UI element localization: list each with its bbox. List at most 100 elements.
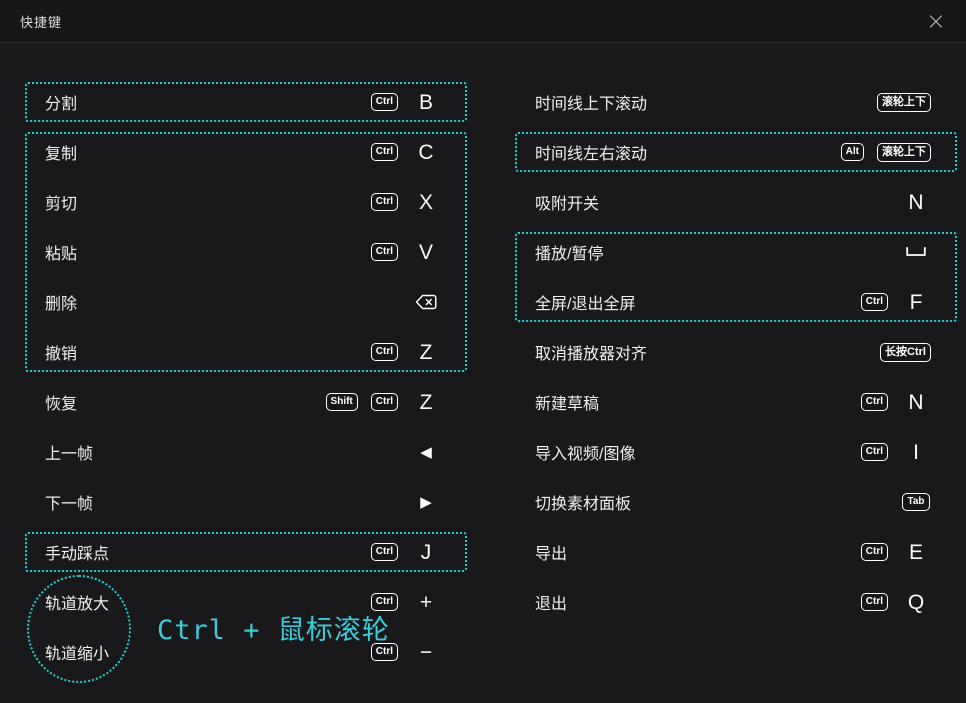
shortcut-keys: Ctrl Q	[861, 592, 931, 613]
key-slot: C	[411, 142, 441, 163]
keycap: N	[908, 392, 923, 413]
shortcut-column-left: 分割CtrlB复制CtrlC剪切CtrlX粘贴CtrlV删除撤销CtrlZ恢复S…	[25, 77, 467, 677]
key-badge: Ctrl	[861, 293, 888, 311]
keycap: E	[909, 542, 923, 563]
keycap: N	[908, 192, 923, 213]
shortcut-row: 分割 Ctrl B	[25, 77, 467, 127]
key-badge: Ctrl	[861, 593, 888, 611]
key-badge: Ctrl	[861, 543, 888, 561]
key-badge: Ctrl	[371, 393, 398, 411]
shortcut-label: 导入视频/图像	[535, 440, 635, 464]
shortcut-keys: Ctrl N	[861, 392, 931, 413]
shortcut-row: 复制CtrlC	[25, 127, 467, 177]
shortcut-row: 切换素材面板Tab	[515, 477, 957, 527]
key-badge: Ctrl	[371, 343, 398, 361]
shortcut-label: 分割	[45, 90, 77, 114]
shortcut-row: 全屏/退出全屏 Ctrl F	[515, 277, 957, 327]
key-slot: E	[901, 542, 931, 563]
shortcut-label: 时间线上下滚动	[535, 90, 647, 114]
key-slot: N	[901, 392, 931, 413]
key-slot: J	[411, 542, 441, 563]
keycap: C	[418, 142, 433, 163]
key-badge: Ctrl	[371, 243, 398, 261]
shortcut-keys: Shift Ctrl Z	[326, 392, 441, 413]
shortcut-keys: Alt 滚轮上下	[841, 143, 931, 162]
shortcut-columns: 分割CtrlB复制CtrlC剪切CtrlX粘贴CtrlV删除撤销CtrlZ恢复S…	[0, 43, 966, 677]
shortcut-label: 播放/暂停	[535, 240, 603, 264]
highlighted-shortcut-group: 播放/暂停全屏/退出全屏 Ctrl F	[515, 227, 957, 327]
annotation-text: Ctrl + 鼠标滚轮	[157, 608, 390, 647]
key-badge: 滚轮上下	[877, 93, 931, 112]
key-slot: −	[411, 642, 441, 663]
key-slot: +	[411, 592, 441, 613]
key-badge: 长按Ctrl	[880, 343, 931, 362]
shortcut-keys: Ctrl E	[861, 542, 931, 563]
shortcut-label: 手动踩点	[45, 540, 109, 564]
keycap: F	[910, 292, 923, 313]
key-slot: X	[411, 192, 441, 213]
shortcut-label: 全屏/退出全屏	[535, 290, 635, 314]
shortcut-keys: Ctrl F	[861, 292, 931, 313]
shortcut-row: 取消播放器对齐 长按Ctrl	[515, 327, 957, 377]
key-slot: B	[411, 92, 441, 113]
shortcut-keys: 长按Ctrl	[880, 343, 931, 362]
key-badge: Ctrl	[861, 443, 888, 461]
shortcut-row: 播放/暂停	[515, 227, 957, 277]
key-slot: Q	[901, 592, 931, 613]
shortcut-label: 时间线左右滚动	[535, 140, 647, 164]
shortcut-keys: N	[901, 192, 931, 213]
key-slot: 滚轮上下	[877, 93, 931, 112]
shortcut-keys: Ctrl I	[861, 442, 931, 463]
shortcut-label: 轨道放大	[45, 590, 109, 614]
shortcut-row: 粘贴CtrlV	[25, 227, 467, 277]
shortcut-group: 时间线上下滚动 滚轮上下	[515, 77, 957, 127]
key-slot: V	[411, 242, 441, 263]
shortcut-keys: 滚轮上下	[877, 93, 931, 112]
key-badge: Ctrl	[861, 393, 888, 411]
shortcut-keys: CtrlC	[371, 142, 441, 163]
key-slot: I	[901, 442, 931, 463]
key-slot	[901, 247, 931, 257]
shortcut-row: 删除	[25, 277, 467, 327]
shortcut-label: 剪切	[45, 190, 77, 214]
key-slot: F	[901, 292, 931, 313]
shortcut-row: 撤销 CtrlZ	[25, 327, 467, 377]
keycap: Q	[908, 592, 924, 613]
shortcut-row: 恢复 Shift Ctrl Z	[25, 377, 467, 427]
key-badge: Alt	[841, 143, 864, 161]
shortcut-row: 吸附开关N	[515, 177, 957, 227]
keycap: Z	[420, 392, 433, 413]
prev-frame-icon: ◀	[420, 445, 432, 460]
shortcut-row: 时间线上下滚动 滚轮上下	[515, 77, 957, 127]
shortcut-keys: ◀	[411, 445, 441, 460]
keycap: −	[420, 642, 432, 663]
key-slot: Z	[411, 392, 441, 413]
shortcut-label: 删除	[45, 290, 77, 314]
shortcut-keys: CtrlZ	[371, 342, 441, 363]
highlighted-shortcut-group: 手动踩点CtrlJ	[25, 527, 467, 577]
key-slot	[411, 294, 441, 310]
shortcut-row: 剪切 CtrlX	[25, 177, 467, 227]
keycap: I	[913, 442, 919, 463]
shortcut-label: 撤销	[45, 340, 77, 364]
key-slot: N	[901, 192, 931, 213]
close-icon[interactable]: ×	[920, 7, 952, 35]
shortcut-label: 恢复	[45, 390, 77, 414]
shortcut-keys: Tab	[901, 493, 931, 511]
shortcut-group: 取消播放器对齐长按Ctrl新建草稿CtrlN导入视频/图像CtrlI切换素材面板…	[515, 327, 957, 627]
shortcut-keys: CtrlX	[371, 192, 441, 213]
key-slot: 滚轮上下	[877, 143, 931, 162]
highlighted-shortcut-group: 时间线左右滚动 Alt 滚轮上下	[515, 127, 957, 177]
shortcut-row: 导入视频/图像 Ctrl I	[515, 427, 957, 477]
highlighted-shortcut-group: 分割 Ctrl B	[25, 77, 467, 127]
shortcut-label: 下一帧	[45, 490, 93, 514]
backspace-icon	[415, 294, 437, 310]
shortcut-row: 手动踩点CtrlJ	[25, 527, 467, 577]
key-slot: ◀	[411, 445, 441, 460]
shortcut-label: 取消播放器对齐	[535, 340, 647, 364]
key-badge: Shift	[326, 393, 358, 411]
key-slot: 长按Ctrl	[880, 343, 931, 362]
keycap: V	[419, 242, 433, 263]
shortcut-keys	[901, 247, 931, 257]
key-badge: Ctrl	[371, 93, 398, 111]
